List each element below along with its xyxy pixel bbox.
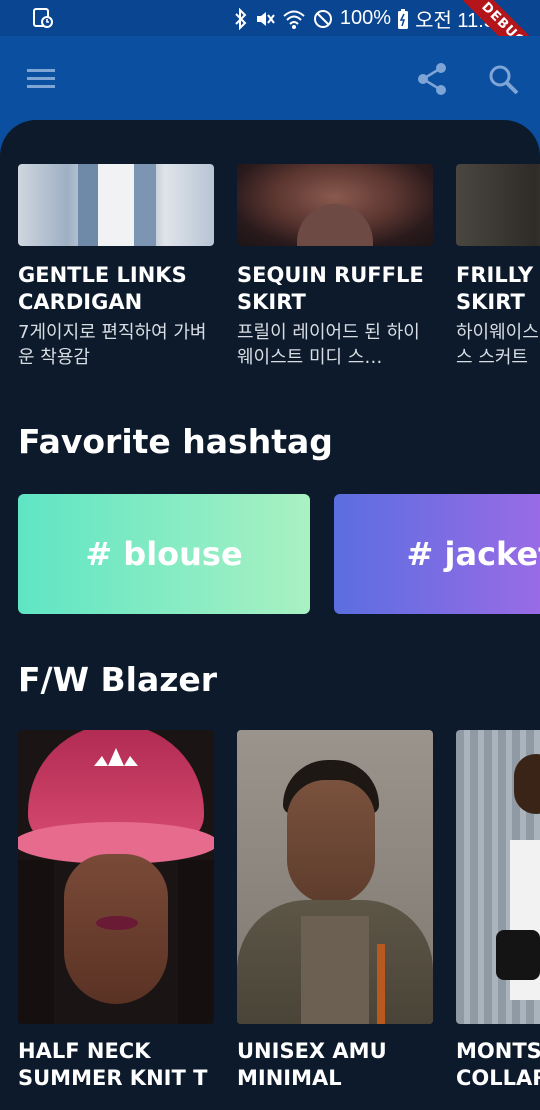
product-description: 하이웨이스 스 스커트 [456,322,539,368]
blazer-card[interactable]: HALF NECK SUMMER KNIT T [18,730,214,1092]
product-title: GENTLE LINKS CARDIGAN [18,263,187,314]
product-title: SEQUIN RUFFLE SKIRT [237,263,424,314]
blazer-card[interactable]: MONTS COLLAR [456,730,540,1092]
product-image [456,164,540,246]
mute-icon [256,11,275,26]
no-signal-icon [313,9,332,28]
product-description: 7게이지로 편직하여 가벼운 착용감 [18,322,207,368]
share-icon[interactable] [416,62,448,96]
app-bar [0,36,540,120]
blazer-image [456,730,540,1024]
blazer-title: HALF NECK SUMMER KNIT T [18,1039,208,1090]
status-icons: 100% 오전 11:54 [234,4,506,33]
product-card[interactable]: SEQUIN RUFFLE SKIRT 프릴이 레이어드 된 하이웨이스트 미디… [237,164,433,370]
blazer-title: MONTS COLLAR [456,1039,540,1090]
section-title-fw-blazer: F/W Blazer [18,660,218,699]
blazer-card[interactable]: UNISEX AMU MINIMAL [237,730,433,1092]
product-image [237,164,433,246]
wifi-icon [283,10,305,29]
hashtag-card-blouse[interactable]: # blouse [18,494,310,614]
hashtag-label: # blouse [85,535,243,573]
status-bar: 100% 오전 11:54 [0,0,540,36]
product-title: FRILLY SKIRT [456,263,534,314]
product-description: 프릴이 레이어드 된 하이웨이스트 미디 스… [237,322,420,368]
content-sheet: GENTLE LINKS CARDIGAN 7게이지로 편직하여 가벼운 착용감… [0,120,540,1110]
menu-icon[interactable] [26,66,56,90]
section-title-favorite-hashtag: Favorite hashtag [18,422,333,461]
adidas-logo [88,736,144,776]
hashtag-card-jacket[interactable]: # jacket [334,494,540,614]
blazer-image [18,730,214,1024]
bluetooth-icon [235,7,247,30]
battery-icon [398,8,409,29]
search-icon[interactable] [488,64,520,96]
notification-icon [33,8,53,28]
blazer-image [237,730,433,1024]
product-image [18,164,214,246]
hashtag-label: # jacket [406,535,540,573]
product-card[interactable]: GENTLE LINKS CARDIGAN 7게이지로 편직하여 가벼운 착용감 [18,164,214,370]
product-card[interactable]: FRILLY SKIRT 하이웨이스 스 스커트 [456,164,540,370]
blazer-title: UNISEX AMU MINIMAL [237,1039,387,1090]
battery-percent: 100% [339,7,392,29]
